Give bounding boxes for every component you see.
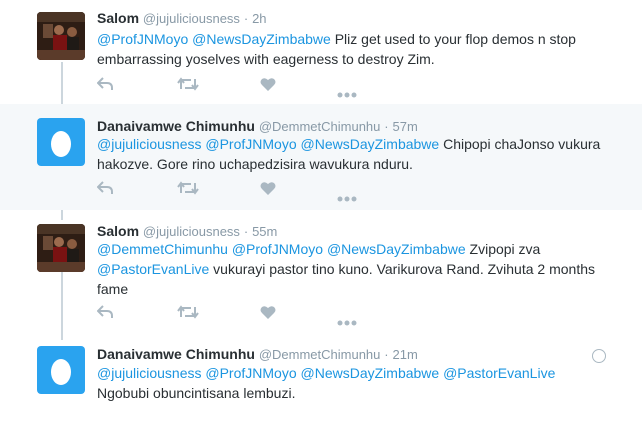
tweet-text: @ProfJNMoyo @NewsDayZimbabwe Pliz get us… — [97, 29, 607, 69]
author-name[interactable]: Salom — [97, 223, 139, 239]
heart-icon[interactable] — [260, 305, 276, 326]
timestamp[interactable]: 2h — [252, 11, 266, 26]
author-name[interactable]: Danaivamwe Chimunhu — [97, 346, 255, 362]
tweet-header: Salom @jujuliciousness · 2h — [97, 9, 267, 28]
tweet-text: @DemmetChimunhu @ProfJNMoyo @NewsDayZimb… — [97, 239, 597, 299]
avatar-photo-icon — [37, 12, 85, 60]
reply-icon[interactable] — [96, 181, 113, 201]
separator: · — [384, 347, 389, 362]
tweet[interactable]: Danaivamwe Chimunhu @DemmetChimunhu · 21… — [0, 332, 642, 439]
mention-link[interactable]: @jujuliciousness — [97, 365, 201, 381]
author-name[interactable]: Danaivamwe Chimunhu — [97, 118, 255, 134]
timestamp[interactable]: 21m — [393, 347, 418, 362]
avatar[interactable] — [37, 12, 85, 60]
avatar[interactable] — [37, 118, 85, 166]
separator: · — [384, 119, 389, 134]
tweet-text: @jujuliciousness @ProfJNMoyo @NewsDayZim… — [97, 363, 607, 403]
timestamp[interactable]: 55m — [252, 224, 277, 239]
mention-link[interactable]: @DemmetChimunhu — [97, 241, 228, 257]
tweet[interactable]: Salom @jujuliciousness · 55m @DemmetChim… — [0, 210, 642, 332]
mention-link[interactable]: @NewsDayZimbabwe — [327, 241, 466, 257]
mention-link[interactable]: @NewsDayZimbabwe — [301, 365, 440, 381]
more-icon[interactable] — [337, 84, 357, 104]
reply-icon[interactable] — [96, 305, 113, 325]
more-icon[interactable] — [337, 188, 357, 208]
mention-link[interactable]: @PastorEvanLive — [443, 365, 555, 381]
separator: · — [243, 11, 249, 26]
tweet-actions — [96, 181, 377, 202]
author-name[interactable]: Salom — [97, 10, 139, 26]
avatar[interactable] — [37, 224, 85, 272]
mention-link[interactable]: @ProfJNMoyo — [232, 241, 323, 257]
mention-link[interactable]: @PastorEvanLive — [97, 261, 209, 277]
tweet[interactable]: Danaivamwe Chimunhu @DemmetChimunhu · 57… — [0, 104, 642, 210]
author-handle[interactable]: @DemmetChimunhu — [259, 347, 381, 362]
tweet-actions — [96, 77, 377, 98]
mention-link[interactable]: @ProfJNMoyo — [97, 31, 188, 47]
tweet-actions — [96, 305, 377, 326]
timestamp[interactable]: 57m — [393, 119, 418, 134]
avatar[interactable] — [37, 346, 85, 394]
separator: · — [243, 224, 249, 239]
retweet-icon[interactable] — [177, 305, 199, 325]
author-handle[interactable]: @DemmetChimunhu — [259, 119, 381, 134]
egg-icon — [51, 359, 71, 385]
retweet-icon[interactable] — [177, 181, 199, 201]
tweet-text-segment: Ngobubi obuncintisana lembuzi. — [97, 385, 296, 401]
author-handle[interactable]: @jujuliciousness — [143, 224, 240, 239]
author-handle[interactable]: @jujuliciousness — [143, 11, 240, 26]
tweet[interactable]: Salom @jujuliciousness · 2h @ProfJNMoyo … — [0, 0, 642, 104]
mention-link[interactable]: @ProfJNMoyo — [205, 136, 296, 152]
tweet-header: Danaivamwe Chimunhu @DemmetChimunhu · 21… — [97, 345, 418, 364]
more-icon[interactable] — [337, 312, 357, 332]
globe-icon — [592, 349, 606, 363]
tweet-text: @jujuliciousness @ProfJNMoyo @NewsDayZim… — [97, 134, 607, 174]
egg-icon — [51, 131, 71, 157]
heart-icon[interactable] — [260, 77, 276, 98]
mention-link[interactable]: @NewsDayZimbabwe — [301, 136, 440, 152]
avatar-photo-icon — [37, 224, 85, 272]
mention-link[interactable]: @jujuliciousness — [97, 136, 201, 152]
retweet-icon[interactable] — [177, 77, 199, 97]
mention-link[interactable]: @ProfJNMoyo — [205, 365, 296, 381]
reply-icon[interactable] — [96, 77, 113, 97]
mention-link[interactable]: @NewsDayZimbabwe — [192, 31, 331, 47]
heart-icon[interactable] — [260, 181, 276, 202]
tweet-text-segment: Zvipopi zva — [465, 241, 541, 257]
